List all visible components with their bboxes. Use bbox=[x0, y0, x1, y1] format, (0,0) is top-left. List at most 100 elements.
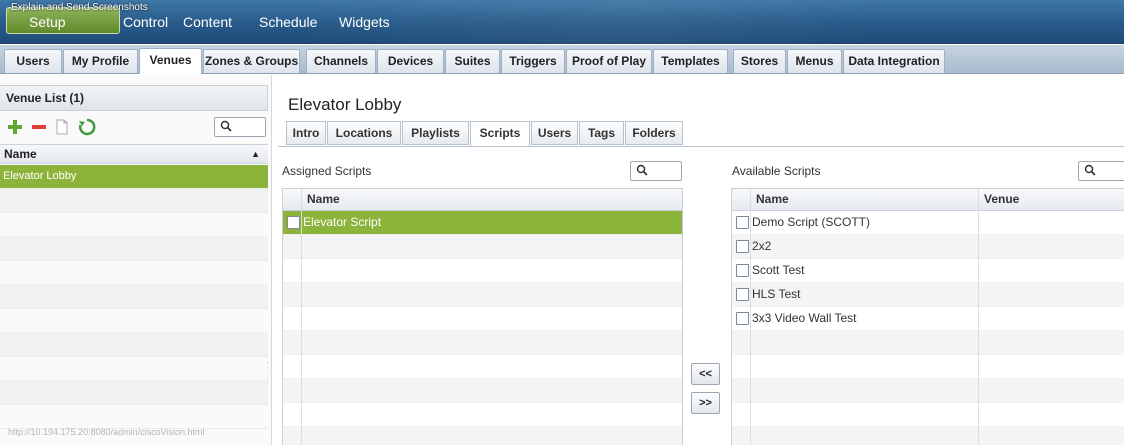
script-name: Demo Script (SCOTT) bbox=[752, 215, 871, 229]
empty-row bbox=[283, 427, 682, 445]
refresh-icon[interactable] bbox=[78, 118, 96, 136]
assigned-search-input[interactable] bbox=[630, 161, 682, 181]
move-right-button[interactable]: >> bbox=[691, 392, 720, 414]
empty-row bbox=[0, 261, 268, 285]
top-nav-bar: Setup Explain and Send Screenshots Contr… bbox=[0, 0, 1124, 44]
subtab-scripts[interactable]: Scripts bbox=[470, 121, 530, 147]
screenshot-overlay-label[interactable]: Explain and Send Screenshots bbox=[11, 2, 148, 13]
script-name: Elevator Script bbox=[303, 215, 382, 229]
script-name: Scott Test bbox=[752, 263, 805, 277]
nav-widgets[interactable]: Widgets bbox=[339, 14, 390, 30]
available-grid-header[interactable]: Name Venue bbox=[732, 189, 1124, 211]
empty-row bbox=[283, 379, 682, 403]
copy-icon[interactable] bbox=[53, 118, 71, 136]
tab-users[interactable]: Users bbox=[4, 49, 62, 73]
nav-control[interactable]: Control bbox=[123, 14, 168, 30]
assigned-grid-header[interactable]: Name bbox=[283, 189, 682, 211]
empty-row bbox=[283, 235, 682, 259]
available-scripts-label: Available Scripts bbox=[732, 164, 821, 178]
empty-row bbox=[283, 355, 682, 379]
row-checkbox[interactable] bbox=[736, 288, 749, 301]
sort-ascending-icon: ▲ bbox=[251, 149, 260, 159]
tab-proof-of-play[interactable]: Proof of Play bbox=[566, 49, 652, 73]
subtab-tags[interactable]: Tags bbox=[579, 121, 624, 145]
tab-channels[interactable]: Channels bbox=[306, 49, 376, 73]
nav-schedule[interactable]: Schedule bbox=[259, 14, 317, 30]
empty-row bbox=[0, 285, 268, 309]
tab-suites[interactable]: Suites bbox=[445, 49, 500, 73]
tab-venues[interactable]: Venues bbox=[139, 48, 202, 74]
list-item[interactable]: Elevator Lobby bbox=[0, 165, 268, 189]
venue-list-header: Venue List (1) bbox=[0, 85, 268, 111]
tab-triggers[interactable]: Triggers bbox=[501, 49, 565, 73]
row-checkbox[interactable] bbox=[736, 264, 749, 277]
empty-row bbox=[283, 259, 682, 283]
column-label: Name bbox=[4, 147, 37, 161]
script-name: HLS Test bbox=[752, 287, 801, 301]
empty-row bbox=[283, 403, 682, 427]
subtab-intro[interactable]: Intro bbox=[286, 121, 326, 145]
nav-content[interactable]: Content bbox=[183, 14, 232, 30]
empty-row bbox=[732, 379, 1124, 403]
empty-row bbox=[0, 357, 268, 381]
empty-row bbox=[0, 381, 268, 405]
subtab-divider bbox=[278, 146, 1124, 147]
script-name: 2x2 bbox=[752, 239, 772, 253]
table-row[interactable]: Elevator Script bbox=[283, 211, 682, 235]
column-divider bbox=[750, 189, 751, 445]
table-row[interactable]: Demo Script (SCOTT) bbox=[732, 211, 1124, 235]
search-icon bbox=[220, 120, 232, 132]
available-search-input[interactable] bbox=[1078, 161, 1124, 181]
empty-row bbox=[0, 405, 268, 429]
tab-my-profile[interactable]: My Profile bbox=[63, 49, 138, 73]
tab-data-integration[interactable]: Data Integration bbox=[843, 49, 945, 73]
search-icon bbox=[636, 164, 648, 176]
add-icon[interactable] bbox=[6, 118, 24, 136]
row-checkbox[interactable] bbox=[287, 216, 300, 229]
empty-row bbox=[0, 213, 268, 237]
row-checkbox[interactable] bbox=[736, 312, 749, 325]
empty-row bbox=[0, 237, 268, 261]
tab-zones-groups[interactable]: Zones & Groups bbox=[203, 49, 300, 73]
venue-list-panel: Venue List (1) Name ▲ Elevator Lobby · ·… bbox=[0, 75, 272, 445]
setup-label: Setup bbox=[29, 14, 66, 30]
subtab-playlists[interactable]: Playlists bbox=[402, 121, 469, 145]
venue-list-column-name[interactable]: Name ▲ bbox=[0, 144, 268, 164]
assigned-scripts-label: Assigned Scripts bbox=[282, 164, 372, 178]
empty-row bbox=[732, 331, 1124, 355]
empty-row bbox=[732, 355, 1124, 379]
venue-search-input[interactable] bbox=[214, 117, 266, 137]
empty-row bbox=[283, 331, 682, 355]
search-icon bbox=[1084, 164, 1096, 176]
row-checkbox[interactable] bbox=[736, 240, 749, 253]
script-name: 3x3 Video Wall Test bbox=[752, 311, 857, 325]
available-scripts-grid: Name Venue Demo Script (SCOTT) 2x2 Scott… bbox=[731, 188, 1124, 445]
column-venue-header: Venue bbox=[984, 192, 1020, 206]
column-name-header: Name bbox=[756, 192, 789, 206]
tab-menus[interactable]: Menus bbox=[787, 49, 842, 73]
table-row[interactable]: 2x2 bbox=[732, 235, 1124, 259]
empty-row bbox=[732, 403, 1124, 427]
tab-templates[interactable]: Templates bbox=[653, 49, 728, 73]
empty-row bbox=[283, 283, 682, 307]
table-row[interactable]: 3x3 Video Wall Test bbox=[732, 307, 1124, 331]
column-divider bbox=[301, 189, 302, 445]
column-divider bbox=[978, 189, 979, 445]
venue-detail-panel: Elevator Lobby Intro Locations Playlists… bbox=[278, 75, 1124, 445]
empty-row bbox=[0, 333, 268, 357]
subtab-folders[interactable]: Folders bbox=[625, 121, 683, 145]
empty-row bbox=[0, 309, 268, 333]
table-row[interactable]: Scott Test bbox=[732, 259, 1124, 283]
tab-stores[interactable]: Stores bbox=[733, 49, 786, 73]
table-row[interactable]: HLS Test bbox=[732, 283, 1124, 307]
empty-row bbox=[732, 427, 1124, 445]
tab-devices[interactable]: Devices bbox=[377, 49, 444, 73]
row-checkbox[interactable] bbox=[736, 216, 749, 229]
status-url: http://10.194.175.20:8080/admin/ciscoVis… bbox=[8, 427, 205, 437]
subtab-locations[interactable]: Locations bbox=[327, 121, 401, 145]
panel-splitter-handle[interactable]: · · · · · bbox=[266, 359, 269, 387]
subtab-users[interactable]: Users bbox=[531, 121, 578, 145]
move-left-button[interactable]: << bbox=[691, 363, 720, 385]
remove-icon[interactable] bbox=[30, 118, 48, 136]
assigned-scripts-grid: Name Elevator Script bbox=[282, 188, 683, 445]
